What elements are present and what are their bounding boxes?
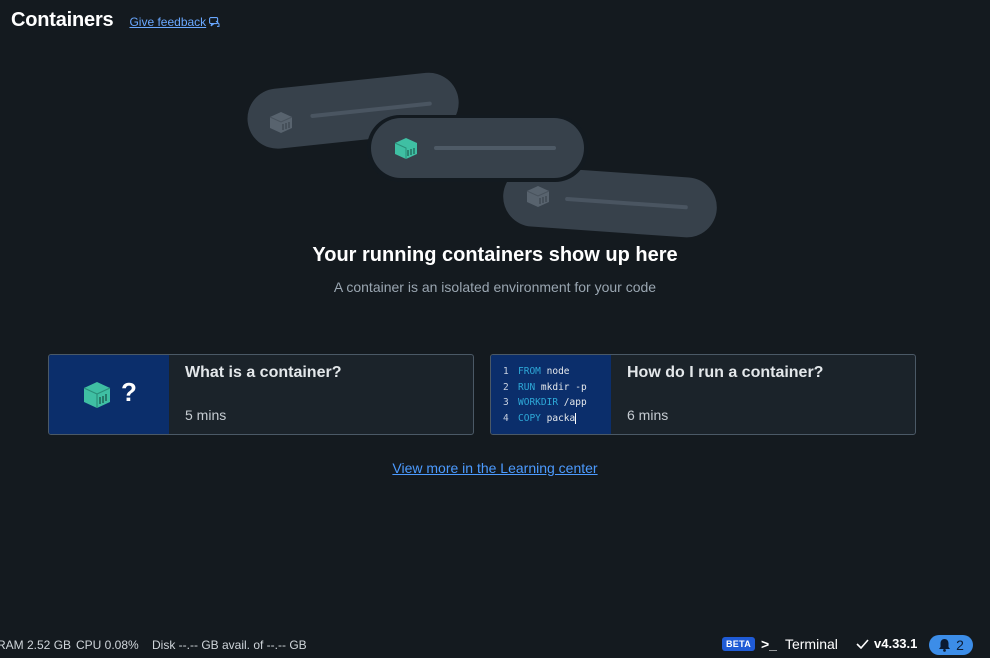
card-how-to-run-container[interactable]: 1 FROM node 2 RUN mkdir -p 3 WORKDIR /app 4… (490, 354, 916, 435)
give-feedback-link[interactable]: Give feedback (129, 15, 220, 29)
bell-icon (939, 639, 951, 652)
terminal-label: Terminal (784, 636, 838, 652)
version-indicator[interactable]: v4.33.1 (856, 636, 917, 651)
page-header: Containers Give feedback (11, 9, 220, 32)
containers-illustration (247, 72, 717, 238)
container-question-icon (83, 382, 111, 408)
card-duration: 6 mins (627, 407, 669, 423)
question-mark-icon: ? (121, 377, 137, 407)
card-thumbnail: ? (49, 355, 169, 434)
notification-count: 2 (956, 637, 964, 653)
beta-badge: BETA (722, 637, 756, 651)
terminal-button[interactable]: >_ Terminal (761, 636, 838, 652)
learning-center-link[interactable]: View more in the Learning center (0, 460, 990, 476)
give-feedback-label: Give feedback (129, 15, 207, 29)
cpu-usage: CPU 0.08% (76, 638, 139, 652)
status-bar: RAM 2.52 GB CPU 0.08% Disk --.-- GB avai… (0, 635, 990, 658)
code-line: 2 RUN mkdir -p (503, 381, 587, 393)
empty-state-title: Your running containers show up here (312, 244, 678, 266)
terminal-icon: >_ (761, 636, 777, 652)
card-duration: 5 mins (185, 407, 227, 423)
card-code-thumbnail: 1 FROM node 2 RUN mkdir -p 3 WORKDIR /app 4… (491, 355, 611, 434)
check-icon (856, 638, 869, 649)
card-title: What is a container? (185, 364, 342, 381)
text-cursor (575, 412, 577, 424)
code-line: 4 COPY packa (503, 412, 577, 424)
notifications-button[interactable]: 2 (929, 635, 973, 655)
code-snippet: 1 FROM node 2 RUN mkdir -p 3 WORKDIR /app 4… (503, 364, 587, 426)
card-title: How do I run a container? (627, 364, 824, 381)
empty-state-subtitle: A container is an isolated environment f… (333, 279, 657, 295)
version-label: v4.33.1 (874, 636, 918, 651)
page-title: Containers (11, 9, 114, 31)
card-what-is-container[interactable]: ? What is a container? 5 mins (48, 354, 474, 435)
disk-usage: Disk --.-- GB avail. of --.-- GB (152, 638, 307, 652)
code-line: 3 WORKDIR /app (503, 397, 587, 408)
feedback-icon (209, 17, 220, 27)
ram-usage: RAM 2.52 GB (0, 638, 72, 652)
code-line: 1 FROM node (503, 366, 570, 377)
